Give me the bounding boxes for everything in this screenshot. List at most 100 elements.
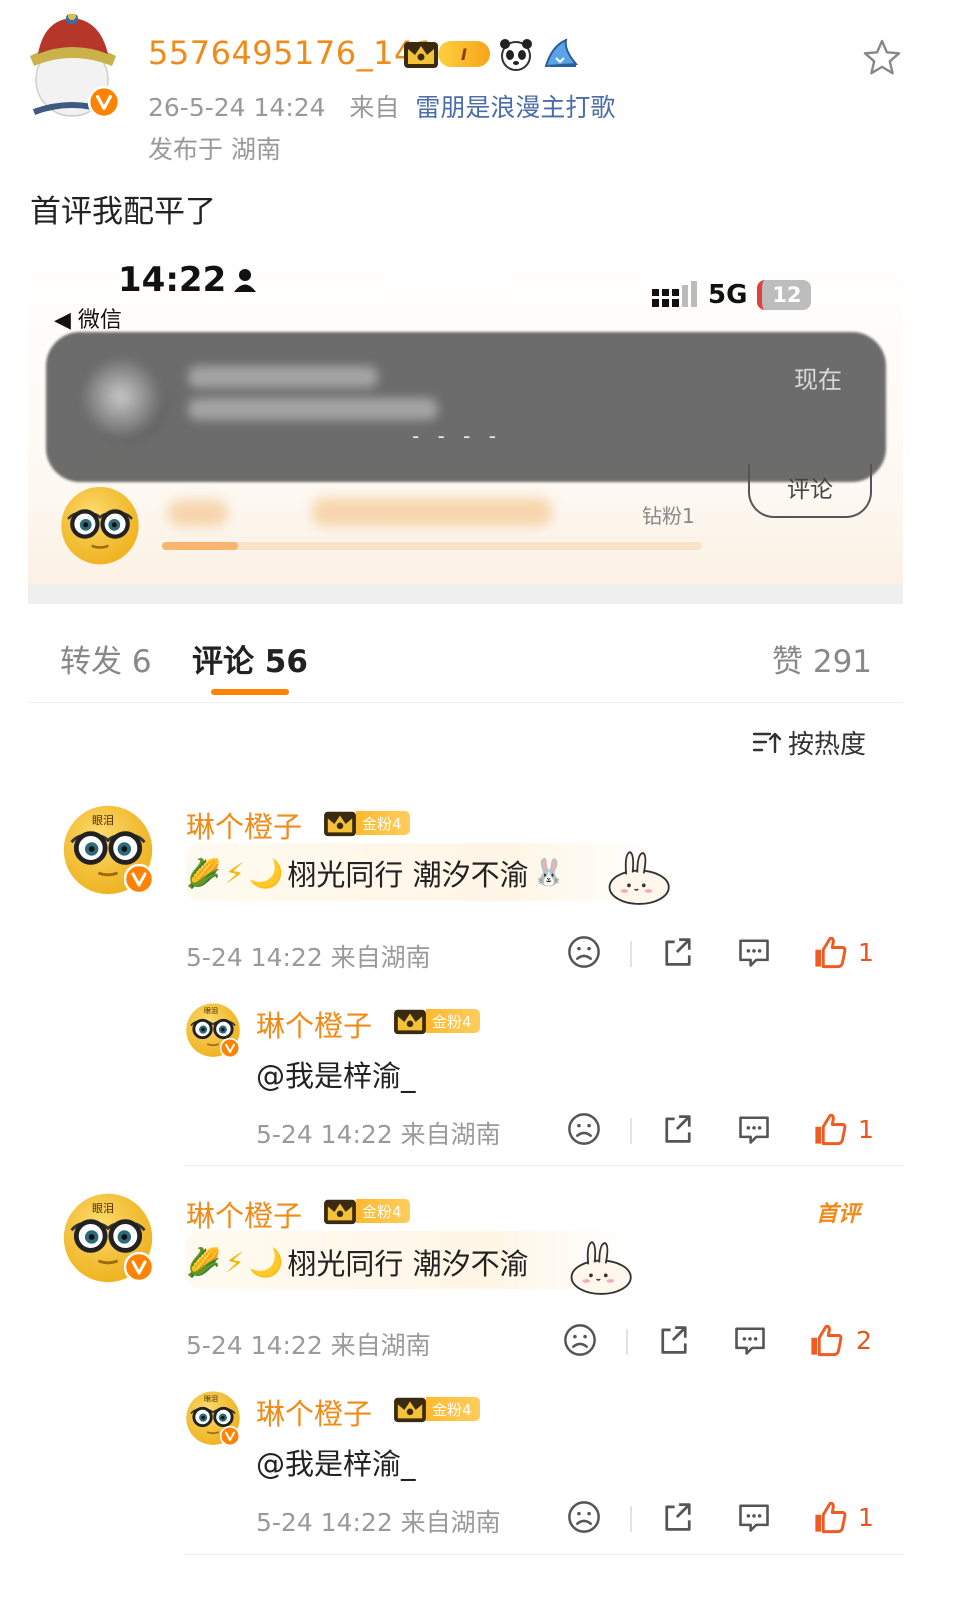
embedded-screenshot[interactable]: 14:22 ◀ 微信 5G 12 现在 - - - - 钻粉1 评论 bbox=[28, 248, 903, 604]
corn-emoji: 🌽 bbox=[186, 856, 221, 890]
share-icon[interactable] bbox=[660, 1111, 696, 1147]
signal-icon bbox=[652, 281, 697, 307]
screenshot-comment-button: 评论 bbox=[748, 464, 872, 518]
reply-icon[interactable] bbox=[736, 934, 772, 970]
active-tab-indicator bbox=[211, 689, 289, 695]
comment-username[interactable]: 琳个橙子 bbox=[186, 1193, 302, 1235]
moon-emoji: 🌙 bbox=[248, 1245, 284, 1279]
like-count: 1 bbox=[858, 1115, 874, 1144]
reply-meta: 5-24 14:22 来自湖南 bbox=[256, 1120, 501, 1149]
comment-divider bbox=[184, 1554, 904, 1555]
reply-actions: 1 bbox=[566, 1499, 876, 1539]
lightning-emoji: ⚡ bbox=[224, 1245, 245, 1279]
network-label: 5G bbox=[708, 280, 748, 310]
fans-label: 钻粉1 bbox=[642, 504, 695, 528]
comment-meta: 5-24 14:22 来自湖南 bbox=[186, 943, 431, 972]
share-icon[interactable] bbox=[660, 1499, 696, 1535]
comment-text-body: 栩光同行 潮汐不渝 bbox=[287, 1247, 529, 1281]
screenshot-bottom-edge bbox=[28, 584, 903, 604]
action-separator bbox=[630, 941, 632, 967]
post-location: 发布于 湖南 bbox=[148, 135, 281, 164]
phone-time-text: 14:22 bbox=[118, 260, 227, 300]
comment-text: 🌽 ⚡ 🌙 栩光同行 潮汐不渝 🐰 bbox=[186, 852, 565, 894]
verified-badge-icon bbox=[124, 1252, 154, 1282]
crown-icon bbox=[320, 808, 360, 838]
avatar-label: 眼泪 bbox=[204, 1395, 218, 1403]
avatar-label: 眼泪 bbox=[92, 1202, 114, 1215]
comment-actions: 2 bbox=[562, 1322, 876, 1362]
verified-badge-icon bbox=[220, 1038, 240, 1058]
fan-badge[interactable]: 金粉4 bbox=[320, 808, 410, 838]
like-count: 1 bbox=[858, 938, 874, 967]
redacted-text bbox=[312, 498, 552, 526]
comment-meta: 5-24 14:22 来自湖南 bbox=[186, 1331, 431, 1360]
user-badges: I bbox=[400, 36, 580, 72]
corn-emoji: 🌽 bbox=[186, 1245, 221, 1279]
screenshot-avatar bbox=[58, 482, 142, 566]
post-source-link[interactable]: 雷朋是浪漫主打歌 bbox=[415, 93, 615, 122]
reply-username[interactable]: 琳个橙子 bbox=[256, 1391, 372, 1433]
star-icon[interactable] bbox=[860, 36, 904, 80]
reply-icon[interactable] bbox=[736, 1499, 772, 1535]
verified-badge-icon bbox=[88, 86, 120, 118]
crown-icon[interactable]: I bbox=[400, 38, 490, 70]
wechat-back-label: ◀ 微信 bbox=[54, 308, 122, 333]
screenshot-comment-label: 评论 bbox=[787, 477, 833, 503]
like-icon[interactable] bbox=[812, 1111, 848, 1147]
person-icon bbox=[234, 269, 257, 292]
fan-badge[interactable]: 金粉4 bbox=[320, 1196, 410, 1226]
like-icon[interactable] bbox=[812, 934, 848, 970]
like-icon[interactable] bbox=[808, 1322, 844, 1358]
dislike-icon[interactable] bbox=[566, 1499, 602, 1535]
verified-badge-icon bbox=[124, 864, 154, 894]
action-separator bbox=[630, 1118, 632, 1144]
battery-indicator: 12 bbox=[757, 280, 812, 310]
redacted-name bbox=[168, 500, 228, 526]
action-separator bbox=[626, 1329, 628, 1355]
comment-username[interactable]: 琳个橙子 bbox=[186, 804, 302, 846]
tab-like[interactable]: 赞 291 bbox=[772, 636, 872, 681]
tab-comment[interactable]: 评论 56 bbox=[192, 636, 308, 681]
panda-icon bbox=[500, 39, 532, 71]
screenshot-progress-fill bbox=[162, 542, 238, 550]
action-separator bbox=[630, 1506, 632, 1532]
post-meta: 26-5-24 14:24 来自 雷朋是浪漫主打歌 bbox=[148, 88, 615, 124]
lightning-emoji: ⚡ bbox=[224, 856, 245, 890]
fan-badge[interactable]: 金粉4 bbox=[390, 1006, 480, 1036]
share-icon[interactable] bbox=[660, 934, 696, 970]
share-icon[interactable] bbox=[656, 1322, 692, 1358]
tab-repost[interactable]: 转发 6 bbox=[60, 636, 152, 681]
dislike-icon[interactable] bbox=[566, 1111, 602, 1147]
reply-meta: 5-24 14:22 来自湖南 bbox=[256, 1508, 501, 1537]
post-text: 首评我配平了 bbox=[30, 194, 216, 230]
post-from-label: 来自 bbox=[349, 93, 400, 122]
dislike-icon[interactable] bbox=[566, 934, 602, 970]
sort-label: 按热度 bbox=[788, 730, 867, 760]
bunny-sticker-icon bbox=[566, 1236, 640, 1300]
reply-icon[interactable] bbox=[732, 1322, 768, 1358]
level-badge: I bbox=[438, 41, 490, 67]
phone-status-time: 14:22 bbox=[118, 260, 258, 300]
fan-badge[interactable]: 金粉4 bbox=[390, 1394, 480, 1424]
post-username[interactable]: 5576495176_141 bbox=[148, 34, 436, 72]
like-count: 2 bbox=[856, 1326, 872, 1355]
dislike-icon[interactable] bbox=[562, 1322, 598, 1358]
like-icon[interactable] bbox=[812, 1499, 848, 1535]
reply-actions: 1 bbox=[566, 1111, 876, 1151]
comment-divider bbox=[184, 1165, 904, 1166]
avatar-label: 眼泪 bbox=[92, 814, 114, 827]
moon-emoji: 🌙 bbox=[248, 856, 284, 890]
reply-username[interactable]: 琳个橙子 bbox=[256, 1003, 372, 1045]
reply-icon[interactable] bbox=[736, 1111, 772, 1147]
notification-body-redacted bbox=[188, 398, 438, 420]
sort-icon bbox=[752, 732, 782, 753]
fan-badge-label: 金粉4 bbox=[426, 1009, 480, 1033]
verified-badge-icon bbox=[220, 1426, 240, 1446]
bunny-sticker-icon bbox=[604, 846, 678, 910]
fan-badge-label: 金粉4 bbox=[356, 811, 410, 835]
phone-status-bar: 5G 12 bbox=[652, 280, 812, 310]
notification-title-redacted bbox=[188, 366, 378, 388]
screenshot-progress-bar bbox=[162, 542, 702, 550]
sort-button[interactable]: 按热度 bbox=[752, 724, 866, 761]
first-comment-badge: 首评 bbox=[816, 1202, 861, 1227]
